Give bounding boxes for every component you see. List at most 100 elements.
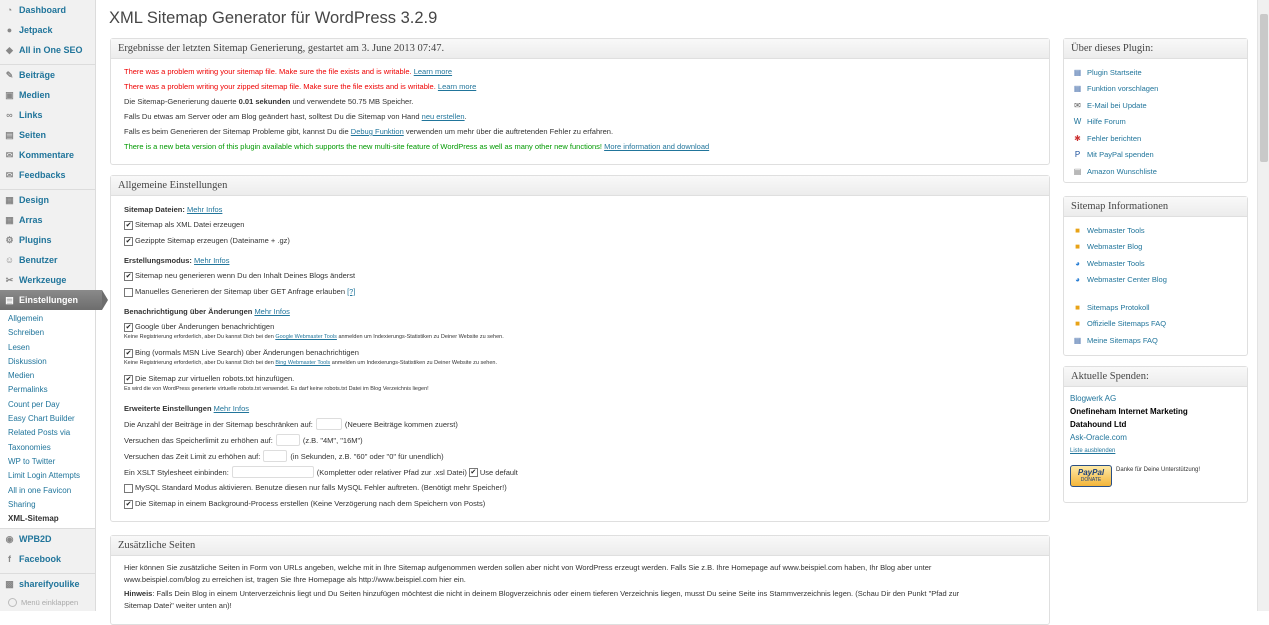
help-link[interactable]: [?]	[347, 284, 355, 300]
submenu-item-lesen[interactable]: Lesen	[0, 341, 95, 355]
google-webmaster-tools-link[interactable]: Google Webmaster Tools	[275, 334, 337, 340]
hide-list-link[interactable]: Liste ausblenden	[1070, 448, 1115, 454]
sidebar-item-label: Dashboard	[19, 5, 67, 15]
bing-ping-checkbox[interactable]: ✔	[124, 348, 133, 358]
use-default-checkbox[interactable]: ✔	[468, 467, 478, 477]
time-limit-input[interactable]	[263, 450, 288, 462]
submenu-item-diskussion[interactable]: Diskussion	[0, 355, 95, 369]
sidebar-item-label: Medien	[19, 90, 51, 100]
about-plugin-title: Über dieses Plugin:	[1064, 39, 1247, 59]
side-link-webmaster-blog-anchor[interactable]: Webmaster Blog	[1087, 242, 1142, 251]
sidebar-item-arras[interactable]: ▦ Arras	[0, 210, 95, 230]
submenu-item-xml-sitemap[interactable]: XML-Sitemap	[0, 512, 95, 526]
xslt-input[interactable]	[231, 466, 314, 478]
sidebar-item-wpb2d[interactable]: ◉ WPB2D	[0, 529, 95, 549]
sidebar-item-label: shareifyoulike	[19, 579, 80, 590]
get-request-checkbox[interactable]	[124, 287, 133, 297]
collapse-menu-button[interactable]: Menü einklappen	[0, 594, 95, 610]
xml-sitemap-checkbox[interactable]: ✔	[124, 220, 133, 230]
sidebar-item-all-in-one-seo[interactable]: ◆ All in One SEO	[0, 40, 95, 60]
donor-3: Datahound Ltd	[1070, 420, 1127, 429]
side-link-amazon-wunschliste-anchor[interactable]: Amazon Wunschliste	[1087, 167, 1157, 176]
sidebar-item-dashboard[interactable]: ◔ Dashboard	[0, 0, 95, 20]
sidebar-item-einstellungen[interactable]: ▤ Einstellungen	[0, 290, 108, 310]
sidebar-item-werkzeuge[interactable]: ✂ Werkzeuge	[0, 270, 95, 290]
additional-pages-desc-2: www.beispiel.com/blog zu erreichen ist, …	[124, 574, 466, 584]
submenu-item-medien[interactable]: Medien	[0, 369, 95, 383]
submenu-item-count-per-day[interactable]: Count per Day	[0, 398, 95, 412]
sidebar-item-facebook[interactable]: f Facebook	[0, 549, 95, 569]
submenu-item-schreiben[interactable]: Schreiben	[0, 326, 95, 340]
scrollbar[interactable]	[1257, 0, 1269, 611]
more-info-notify-link[interactable]: Mehr Infos	[254, 307, 289, 316]
submenu-item-allgemein[interactable]: Allgemein	[0, 312, 95, 326]
side-link-e-mail-bei-update-anchor[interactable]: E-Mail bei Update	[1087, 101, 1147, 110]
submenu-item-related-posts-via[interactable]: Related Posts via	[0, 426, 95, 440]
side-link-hilfe-forum: W Hilfe Forum	[1072, 114, 1239, 131]
sidebar-item-medien[interactable]: ▣ Medien	[0, 85, 95, 105]
design-icon: ▦	[5, 194, 14, 205]
learn-more-zip-link[interactable]: Learn more	[438, 82, 476, 91]
submenu-item-wp-to-twitter[interactable]: WP to Twitter	[0, 455, 95, 469]
submenu-item-all-in-one-favicon[interactable]: All in one Favicon	[0, 484, 95, 498]
paypal-donate-button[interactable]: PayPal DONATE	[1070, 465, 1112, 487]
bing-webmaster-tools-link[interactable]: Bing Webmaster Tools	[275, 360, 330, 366]
sidebar-item-plugins[interactable]: ⚙ Plugins	[0, 230, 95, 250]
gzip-sitemap-checkbox[interactable]: ✔	[124, 236, 133, 246]
side-link-webmaster-center-blog-anchor[interactable]: Webmaster Center Blog	[1087, 275, 1167, 284]
side-link-meine-sitemaps-faq-anchor[interactable]: Meine Sitemaps FAQ	[1087, 336, 1158, 345]
submenu-item-easy-chart-builder[interactable]: Easy Chart Builder	[0, 412, 95, 426]
side-link-fehler-berichten-anchor[interactable]: Fehler berichten	[1087, 134, 1141, 143]
learn-more-link[interactable]: Learn more	[414, 67, 452, 76]
settings-icon: ▤	[5, 294, 14, 305]
side-link-webmaster-tools-anchor[interactable]: Webmaster Tools	[1087, 226, 1145, 235]
side-link-funktion-vorschlagen-anchor[interactable]: Funktion vorschlagen	[1087, 84, 1158, 93]
donations-box: Aktuelle Spenden: Blogwerk AG Onefineham…	[1063, 366, 1248, 503]
side-link-plugin-startseite-anchor[interactable]: Plugin Startseite	[1087, 68, 1142, 77]
side-link-webmaster-center-blog: ◕ Webmaster Center Blog	[1072, 272, 1239, 289]
settings-submenu: Allgemein Schreiben Lesen Diskussion Medien P…	[0, 310, 95, 530]
post-limit-input[interactable]	[315, 418, 342, 430]
admin-sidebar: ◔ Dashboard ● Jetpack ◆ All in One SEO ✎ Beiträ…	[0, 0, 108, 611]
side-link-offizielle-sitemaps-faq-anchor[interactable]: Offizielle Sitemaps FAQ	[1087, 319, 1166, 328]
memory-limit-input[interactable]	[275, 434, 300, 446]
sidebar-item-jetpack[interactable]: ● Jetpack	[0, 20, 95, 40]
side-link-fehler-berichten: ✱ Fehler berichten	[1072, 130, 1239, 147]
side-link-sitemaps-protokoll: ■ Sitemaps Protokoll	[1072, 299, 1239, 316]
sidebar-item-benutzer[interactable]: ☺ Benutzer	[0, 250, 95, 270]
debug-link[interactable]: Debug Funktion	[351, 127, 404, 136]
donor-1: Blogwerk AG	[1070, 394, 1117, 403]
sidebar-item-kommentare[interactable]: ✉ Kommentare	[0, 145, 95, 165]
scrollbar-thumb[interactable]	[1260, 14, 1268, 162]
debug-text: Falls es beim Generieren der Sitemap Pro…	[124, 127, 614, 136]
submenu-item-taxonomies[interactable]: Taxonomies	[0, 441, 95, 455]
sidebar-item-feedbacks[interactable]: ✉ Feedbacks	[0, 165, 95, 185]
google-ping-checkbox[interactable]: ✔	[124, 322, 133, 332]
submenu-item-sharing[interactable]: Sharing	[0, 498, 95, 512]
google-icon: ■	[1075, 302, 1080, 312]
robots-checkbox[interactable]: ✔	[124, 374, 133, 384]
more-info-mode-link[interactable]: Mehr Infos	[194, 256, 229, 265]
beta-download-link[interactable]: More information and download	[604, 142, 709, 151]
sidebar-item-beitr-ge[interactable]: ✎ Beiträge	[0, 65, 95, 85]
sidebar-item-design[interactable]: ▦ Design	[0, 190, 95, 210]
jetpack-icon: ●	[6, 25, 13, 35]
rebuild-link[interactable]: neu erstellen	[422, 112, 465, 121]
error-zip-write: There was a problem writing your zipped …	[124, 82, 477, 91]
submenu-item-permalinks[interactable]: Permalinks	[0, 383, 95, 397]
side-link-sitemaps-protokoll-anchor[interactable]: Sitemaps Protokoll	[1087, 303, 1150, 312]
more-info-files-link[interactable]: Mehr Infos	[187, 205, 222, 214]
mysql-mode-checkbox[interactable]	[124, 483, 133, 493]
more-info-advanced-link[interactable]: Mehr Infos	[214, 404, 249, 413]
submenu-item-limit-login-attempts[interactable]: Limit Login Attempts	[0, 469, 95, 483]
sidebar-item-shareifyoulike[interactable]: ▩ shareifyoulike	[0, 574, 95, 594]
sidebar-item-label: Jetpack	[19, 25, 53, 35]
sidebar-item-links[interactable]: ∞ Links	[0, 105, 95, 125]
sidebar-item-seiten[interactable]: ▤ Seiten	[0, 125, 95, 145]
background-process-checkbox[interactable]: ✔	[124, 499, 133, 509]
side-link-hilfe-forum-anchor[interactable]: Hilfe Forum	[1087, 117, 1126, 126]
rebuild-checkbox[interactable]: ✔	[124, 271, 133, 281]
side-link-mit-paypal-spenden-anchor[interactable]: Mit PayPal spenden	[1087, 150, 1154, 159]
side-link-webmaster-tools-anchor[interactable]: Webmaster Tools	[1087, 259, 1145, 268]
additional-pages-hint-1: Hinweis: Falls Dein Blog in einem Unterv…	[124, 589, 960, 598]
